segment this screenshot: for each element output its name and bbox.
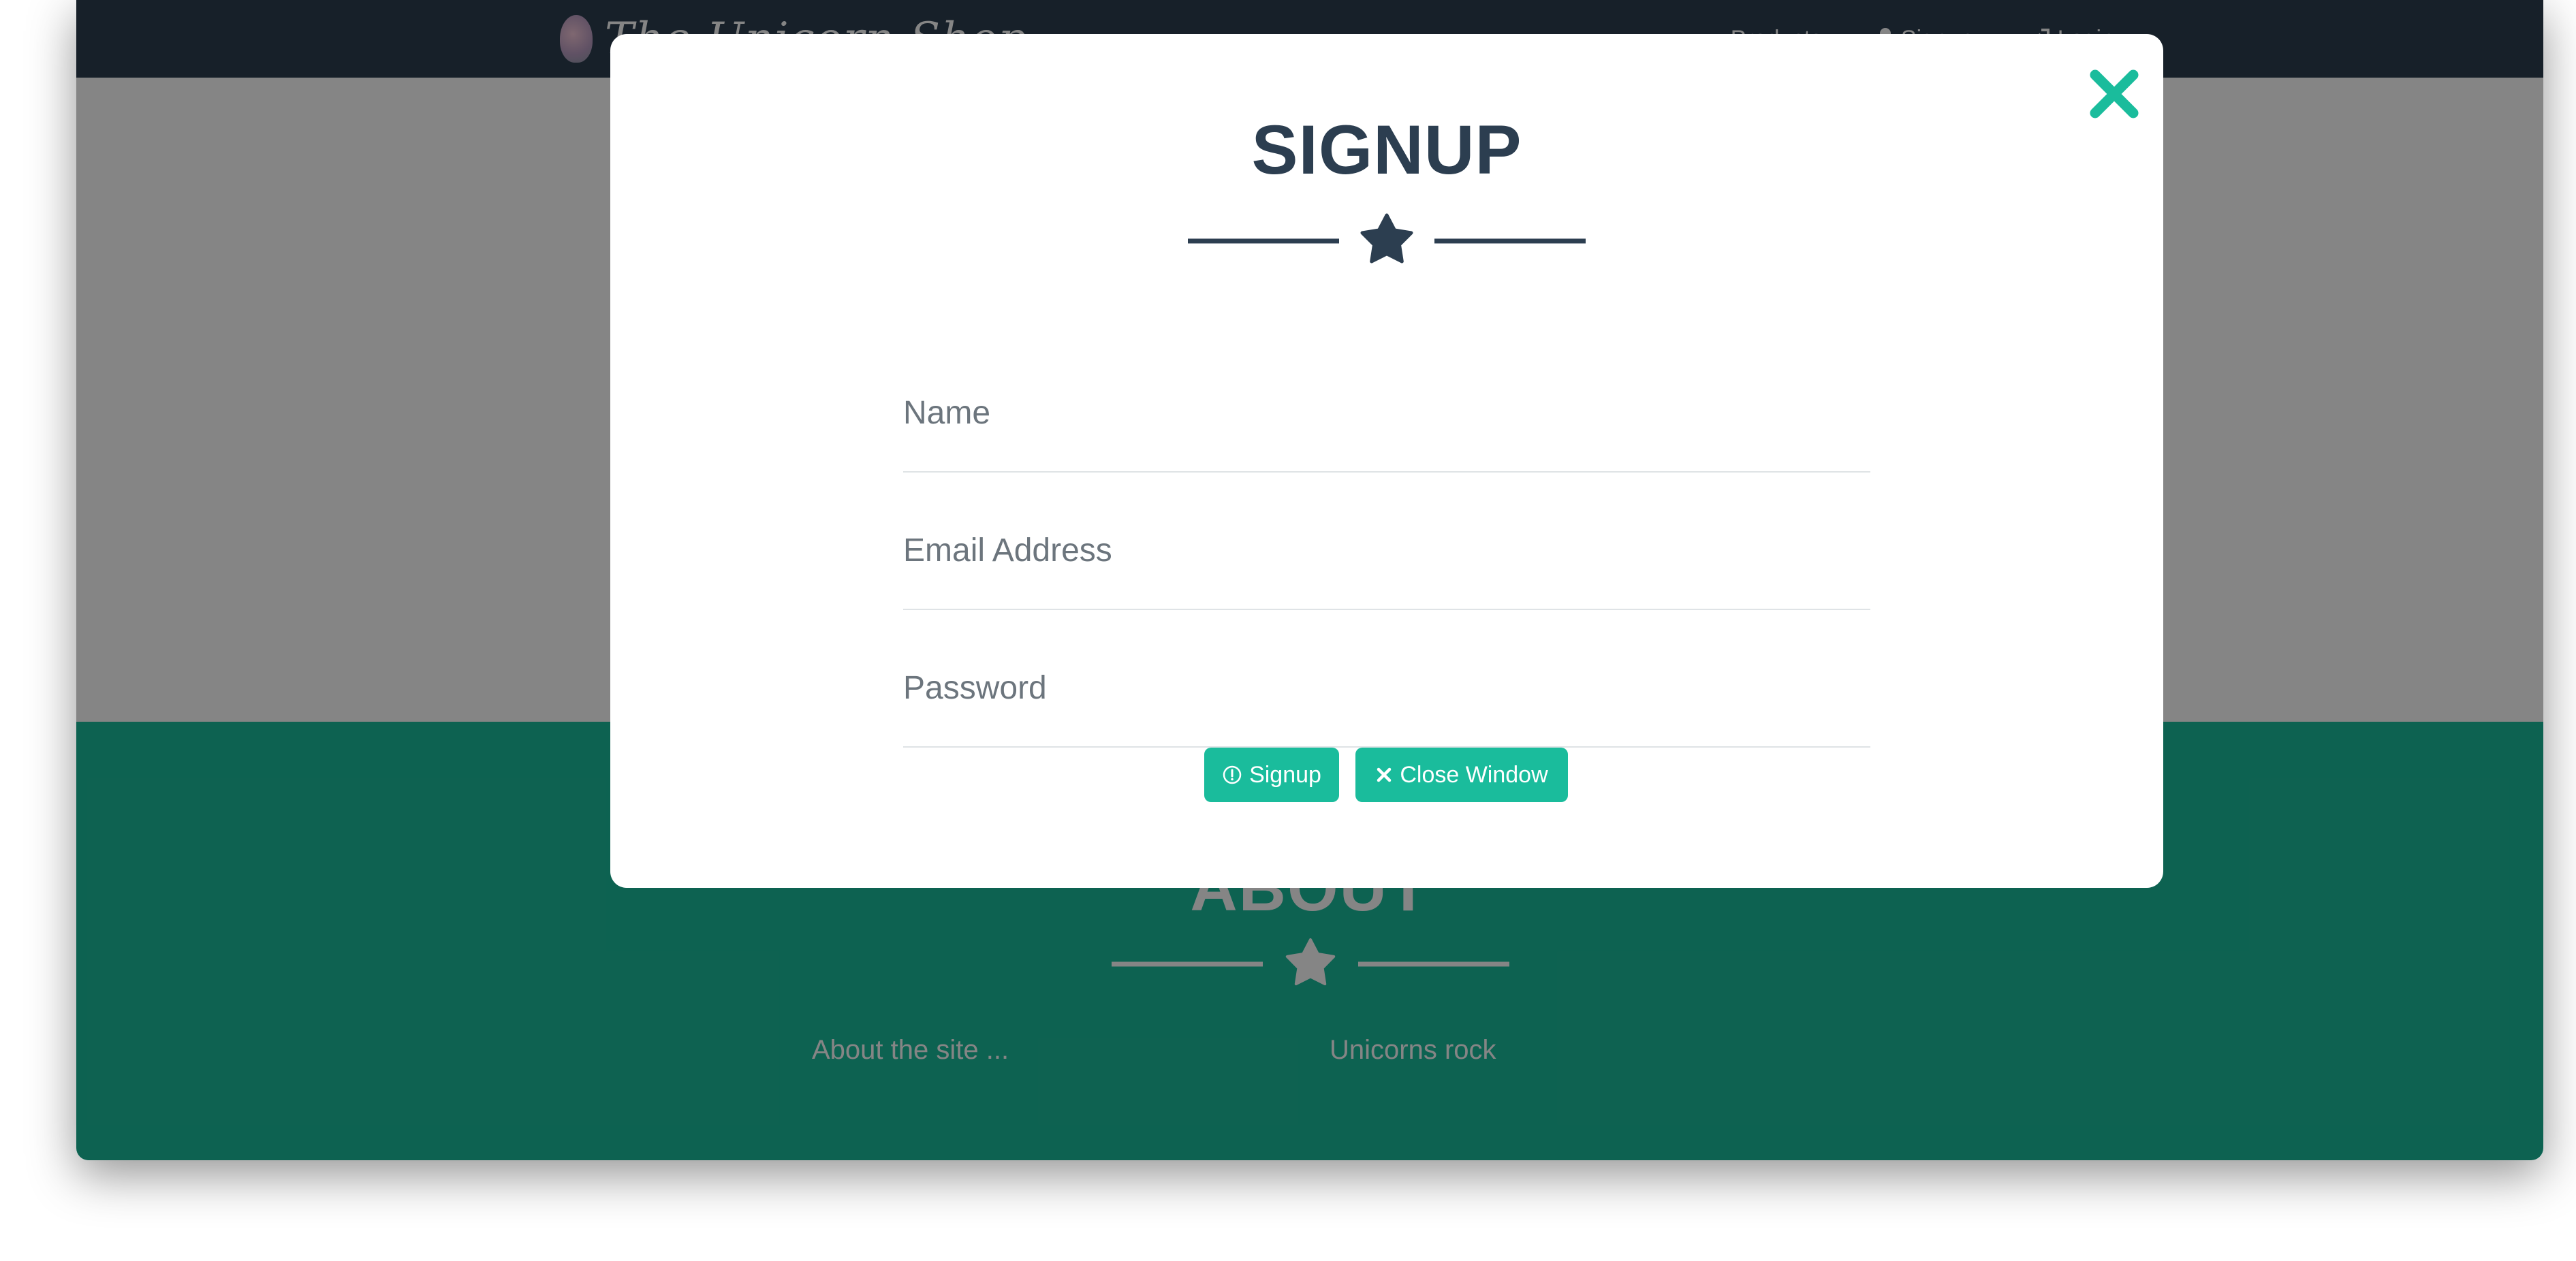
password-field (903, 637, 1870, 748)
star-icon (1360, 213, 1413, 264)
signup-modal: SIGNUP Signup (610, 34, 2163, 888)
email-input[interactable] (903, 523, 1870, 577)
email-field (903, 500, 1870, 610)
close-window-button-label: Close Window (1400, 761, 1548, 788)
name-field (903, 362, 1870, 473)
signup-button-label: Signup (1249, 761, 1321, 788)
star-divider (1188, 213, 1586, 264)
modal-title: SIGNUP (1251, 111, 1522, 189)
close-window-button[interactable]: Close Window (1355, 748, 1568, 802)
browser-window: The Unicorn Shop Products Signup Login (76, 0, 2543, 1160)
password-input[interactable] (903, 660, 1870, 715)
name-input[interactable] (903, 385, 1870, 440)
info-circle-icon (1222, 765, 1242, 785)
times-icon (1375, 766, 1393, 784)
signup-button[interactable]: Signup (1204, 748, 1339, 802)
